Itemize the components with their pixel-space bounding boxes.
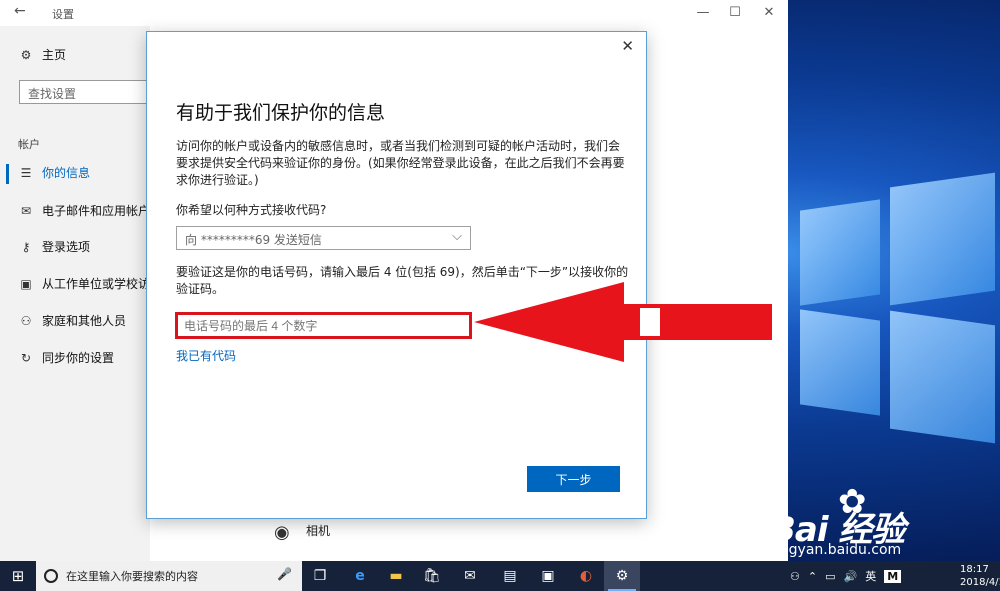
store-icon[interactable]: 🛍 xyxy=(414,561,450,591)
clock-time: 18:17 xyxy=(960,564,989,575)
system-tray: ⚇ ⌃ ▭ 🔊 英 M xyxy=(790,561,902,591)
verify-identity-dialog: ✕ 有助于我们保护你的信息 访问你的帐户或设备内的敏感信息时，或者当我们检测到可… xyxy=(146,31,647,519)
nav-item-work-school[interactable]: ▣ 从工作单位或学校访 xyxy=(18,275,150,292)
mail-app-icon[interactable]: ✉ xyxy=(452,561,488,591)
code-method-select[interactable]: 向 *********69 发送短信 ⌵ xyxy=(176,226,471,250)
title-bar: ← 设置 — ☐ ✕ xyxy=(0,0,788,26)
windows-logo-pane xyxy=(890,310,995,444)
cortana-icon xyxy=(44,569,58,583)
camera-icon: ◉ xyxy=(274,522,290,543)
nav-home-label: 主页 xyxy=(42,48,67,62)
nav-item-family[interactable]: ⚇ 家庭和其他人员 xyxy=(18,312,126,329)
ime-mode[interactable]: M xyxy=(884,569,902,583)
nav-item-label: 家庭和其他人员 xyxy=(42,314,127,328)
nav-item-label: 电子邮件和应用帐户 xyxy=(42,204,151,218)
settings-app-icon[interactable]: ⚙ xyxy=(604,561,640,591)
app-window-icon[interactable]: ▤ xyxy=(492,561,528,591)
next-button[interactable]: 下一步 xyxy=(527,466,620,492)
people-icon[interactable]: ⚇ xyxy=(790,570,800,583)
section-label: 帐户 xyxy=(18,138,40,151)
taskbar-search-text: 在这里输入你要搜索的内容 xyxy=(66,570,198,583)
dialog-title: 有助于我们保护你的信息 xyxy=(176,102,386,124)
window-title: 设置 xyxy=(52,8,74,21)
app-paint-icon[interactable]: ◐ xyxy=(568,561,604,591)
mail-icon: ✉ xyxy=(20,203,32,218)
nav-home[interactable]: ⚙ 主页 xyxy=(18,46,66,63)
person-card-icon: ☰ xyxy=(20,165,32,180)
taskbar-clock[interactable]: 18:17 2018/4/1 xyxy=(960,563,1000,589)
nav-item-label: 从工作单位或学校访 xyxy=(42,277,151,291)
arrow-highlight xyxy=(640,308,660,336)
nav-item-label: 同步你的设置 xyxy=(42,351,115,365)
nav-item-label: 登录选项 xyxy=(42,240,91,254)
windows-logo-pane xyxy=(800,199,880,306)
phone-digits-input[interactable] xyxy=(175,312,472,339)
task-view-icon[interactable]: ❐ xyxy=(302,561,338,591)
nav-item-email-accounts[interactable]: ✉ 电子邮件和应用帐户 xyxy=(18,202,150,219)
active-indicator xyxy=(6,164,9,184)
code-method-value: 向 *********69 发送短信 xyxy=(185,233,322,247)
app-remote-icon[interactable]: ▣ xyxy=(530,561,566,591)
camera-label: 相机 xyxy=(306,524,331,538)
close-icon[interactable]: ✕ xyxy=(621,37,634,55)
have-code-link[interactable]: 我已有代码 xyxy=(176,347,236,364)
back-arrow-icon[interactable]: ← xyxy=(14,3,26,19)
chevron-down-icon: ⌵ xyxy=(452,229,462,244)
arrow-shape xyxy=(474,282,772,362)
ime-language[interactable]: 英 xyxy=(865,568,876,584)
code-method-question: 你希望以何种方式接收代码? xyxy=(176,203,327,217)
red-arrow-annotation xyxy=(474,282,772,362)
nav-item-sync[interactable]: ↻ 同步你的设置 xyxy=(18,349,114,366)
watermark-url: jingyan.baidu.com xyxy=(772,542,902,558)
nav-item-label: 你的信息 xyxy=(42,166,91,180)
baidu-watermark: ✿ Bai 经验 jingyan.baidu.com xyxy=(760,482,995,562)
volume-icon[interactable]: 🔊 xyxy=(844,570,858,583)
minimize-button[interactable]: — xyxy=(688,3,718,23)
settings-sidebar: ⚙ 主页 查找设置 帐户 ☰ 你的信息 ✉ 电子邮件和应用帐户 ⚷ 登录选项 ▣… xyxy=(0,26,159,561)
close-window-button[interactable]: ✕ xyxy=(754,3,784,23)
settings-search-input[interactable]: 查找设置 xyxy=(19,80,159,104)
gear-icon: ⚙ xyxy=(20,47,32,62)
key-icon: ⚷ xyxy=(21,239,31,254)
maximize-button[interactable]: ☐ xyxy=(720,3,750,23)
windows-logo-pane xyxy=(890,172,995,306)
nav-item-sign-in-options[interactable]: ⚷ 登录选项 xyxy=(18,238,90,255)
windows-logo-pane xyxy=(800,309,880,416)
nav-item-your-info[interactable]: ☰ 你的信息 xyxy=(18,164,90,181)
edge-browser-icon[interactable]: e xyxy=(342,561,378,591)
taskbar-search-box[interactable]: 在这里输入你要搜索的内容 🎤 xyxy=(36,561,302,591)
sync-icon: ↻ xyxy=(20,350,32,365)
network-icon[interactable]: ▭ xyxy=(825,570,835,583)
family-icon: ⚇ xyxy=(20,313,32,328)
dialog-description: 访问你的帐户或设备内的敏感信息时，或者当我们检测到可疑的帐户活动时，我们会要求提… xyxy=(176,139,625,187)
windows-start-icon[interactable]: ⊞ xyxy=(0,561,36,591)
file-explorer-icon[interactable]: ▬ xyxy=(378,561,414,591)
briefcase-icon: ▣ xyxy=(20,276,32,291)
taskbar: ⊞ 在这里输入你要搜索的内容 🎤 ❐ e ▬ 🛍 ✉ ▤ ▣ ◐ ⚙ ⚇ ⌃ ▭… xyxy=(0,561,1000,591)
microphone-icon[interactable]: 🎤 xyxy=(277,567,292,581)
clock-date: 2018/4/1 xyxy=(960,577,1000,588)
chevron-up-icon[interactable]: ⌃ xyxy=(808,570,817,583)
